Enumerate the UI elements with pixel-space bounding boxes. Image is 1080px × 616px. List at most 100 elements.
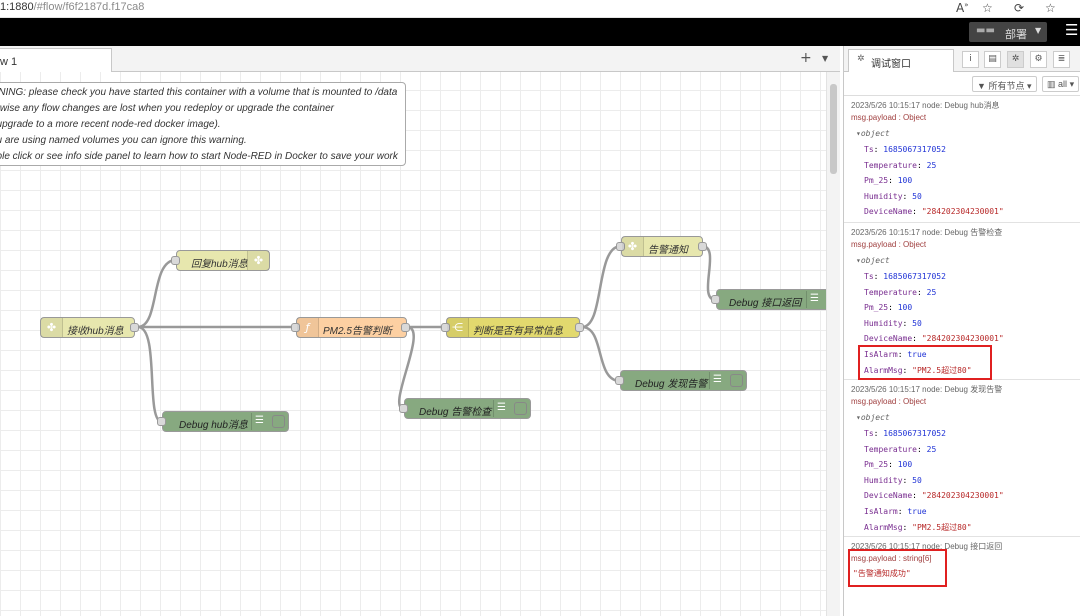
- url-text[interactable]: 1:1880/#flow/f6f2187d.f17ca8: [0, 1, 144, 13]
- prop-value: 1685067317052: [883, 272, 946, 281]
- node-debug-hub[interactable]: Debug hub消息 ☰: [157, 411, 289, 432]
- prop-key: Pm_25: [864, 460, 889, 469]
- debug-message-list[interactable]: 2023/5/26 10:15:17 node: Debug hub消息 msg…: [844, 96, 1080, 616]
- property: Temperature: 25: [864, 445, 937, 454]
- prop-value: 50: [912, 476, 922, 485]
- node-label: PM2.5告警判断: [323, 326, 392, 337]
- wire: [701, 244, 717, 302]
- node-output-port[interactable]: [130, 323, 139, 332]
- clear-messages-button[interactable]: ▥ all ▾: [1042, 76, 1080, 92]
- deploy-dropdown-icon[interactable]: ▼: [1035, 26, 1041, 35]
- object-toggle[interactable]: ▾object: [856, 129, 890, 138]
- chevron-down-icon: ▾: [1069, 79, 1075, 89]
- info-icon[interactable]: i: [962, 51, 979, 68]
- deploy-label: 部署: [1005, 29, 1027, 41]
- prop-value: 25: [926, 161, 937, 170]
- node-output-icon: ✤: [247, 251, 269, 270]
- node-label: Debug 接口返回: [729, 298, 802, 309]
- node-input-port[interactable]: [399, 404, 408, 413]
- debug-message[interactable]: 2023/5/26 10:15:17 node: Debug 接口返回 msg.…: [844, 537, 1080, 616]
- property: Pm_25: 100: [864, 303, 913, 312]
- debug-message[interactable]: 2023/5/26 10:15:17 node: Debug hub消息 msg…: [844, 96, 1080, 223]
- object-toggle[interactable]: ▾object: [856, 413, 890, 422]
- node-reply-hub[interactable]: 回复hub消息 ✤: [171, 250, 270, 271]
- node-receive-hub[interactable]: ✤ 接收hub消息: [40, 317, 139, 338]
- deploy-button[interactable]: ▬▬ 部署 ▼: [969, 22, 1047, 42]
- node-alarm-notice[interactable]: ✤ 告警通知: [616, 236, 707, 257]
- prop-key: Ts: [864, 272, 874, 281]
- tab-flow[interactable]: w 1: [0, 48, 112, 73]
- tab-flow-label: w 1: [0, 56, 18, 68]
- prop-key: DeviceName: [864, 207, 913, 216]
- prop-value: 1685067317052: [883, 145, 946, 154]
- property: Pm_25: 100: [864, 460, 913, 469]
- flow-wires: [137, 244, 717, 424]
- prop-key: Humidity: [864, 192, 903, 201]
- node-input-port[interactable]: [711, 295, 720, 304]
- function-icon: ƒ: [297, 318, 319, 337]
- wire: [137, 325, 163, 424]
- deploy-icon: ▬▬: [976, 25, 995, 36]
- node-debug-found-alarm[interactable]: Debug 发现告警 ☰: [615, 370, 747, 391]
- read-aloud-icon[interactable]: A»: [956, 1, 969, 15]
- nodered-header: ▬▬ 部署 ▼ ☰: [0, 18, 1080, 46]
- flow-canvas[interactable]: RNING: please check you have started thi…: [0, 72, 826, 616]
- node-label: 接收hub消息: [67, 326, 124, 337]
- node-debug-api-return[interactable]: Debug 接口返回 ☰: [711, 289, 826, 310]
- node-input-port[interactable]: [615, 376, 624, 385]
- node-output-port[interactable]: [698, 242, 707, 251]
- chevron-down-icon: ▾: [1026, 81, 1032, 91]
- canvas-vertical-scrollbar[interactable]: [826, 72, 840, 616]
- wire: [581, 325, 621, 383]
- debug-icon: ☰: [806, 291, 822, 308]
- node-input-port[interactable]: [157, 417, 166, 426]
- object-label: object: [860, 413, 890, 422]
- prop-value: 100: [897, 303, 913, 312]
- property: Humidity: 50: [864, 319, 922, 328]
- node-label: Debug hub消息: [179, 420, 248, 431]
- add-tab-icon[interactable]: +: [800, 50, 812, 66]
- node-switch-abnormal[interactable]: ⋲ 判断是否有异常信息: [441, 317, 584, 338]
- prop-value: 50: [912, 319, 922, 328]
- tab-debug[interactable]: ✲ 调试窗口: [848, 49, 954, 72]
- node-input-port[interactable]: [171, 256, 180, 265]
- help-book-icon[interactable]: ▤: [984, 51, 1001, 68]
- main-menu-icon[interactable]: ☰: [1065, 21, 1078, 39]
- scrollbar-thumb[interactable]: [830, 84, 837, 174]
- node-debug-alarm-check[interactable]: Debug 告警检查 ☰: [399, 398, 531, 419]
- message-meta: 2023/5/26 10:15:17 node: Debug 告警检查: [851, 228, 1003, 237]
- prop-key: Humidity: [864, 476, 903, 485]
- prop-value: "284202304230001": [921, 491, 1004, 500]
- object-toggle[interactable]: ▾object: [856, 256, 890, 265]
- prop-key: Temperature: [864, 288, 917, 297]
- message-topic: msg.payload : Object: [851, 397, 927, 406]
- tab-list-chevron-icon[interactable]: ▼: [822, 54, 828, 63]
- node-input-icon: ✤: [41, 318, 63, 337]
- debug-message[interactable]: 2023/5/26 10:15:17 node: Debug 告警检查 msg.…: [844, 223, 1080, 380]
- collections-icon[interactable]: ☆: [1045, 1, 1056, 15]
- debug-toggle-button[interactable]: [730, 374, 743, 387]
- prop-value: "284202304230001": [921, 334, 1004, 343]
- debug-toggle-button[interactable]: [272, 415, 285, 428]
- debug-sidebar: ✲ 调试窗口 i ▤ ✲ ⚙ ≣ ▼ 所有节点 ▾ ▥ all ▾ 2023/5…: [843, 46, 1080, 616]
- trash-icon: ▥: [1047, 79, 1056, 89]
- context-data-icon[interactable]: ≣: [1053, 51, 1070, 68]
- property: Temperature: 25: [864, 161, 937, 170]
- node-label: 告警通知: [648, 245, 688, 256]
- node-output-port[interactable]: [575, 323, 584, 332]
- config-gear-icon[interactable]: ⚙: [1030, 51, 1047, 68]
- debug-tab-icon[interactable]: ✲: [1007, 51, 1024, 68]
- debug-toggle-button[interactable]: [514, 402, 527, 415]
- browser-address-bar[interactable]: 1:1880/#flow/f6f2187d.f17ca8 A» ☆ ⟳ ☆: [0, 0, 1080, 18]
- prop-value: 100: [897, 176, 913, 185]
- debug-message[interactable]: 2023/5/26 10:15:17 node: Debug 发现告警 msg.…: [844, 380, 1080, 537]
- favorite-icon[interactable]: ☆: [982, 1, 993, 15]
- message-topic: msg.payload : Object: [851, 240, 927, 249]
- prop-value: 25: [926, 288, 937, 297]
- node-output-port[interactable]: [401, 323, 410, 332]
- object-label: object: [860, 129, 890, 138]
- filter-nodes-button[interactable]: ▼ 所有节点 ▾: [972, 76, 1037, 92]
- refresh-icon[interactable]: ⟳: [1014, 1, 1024, 15]
- bug-icon: ✲: [857, 54, 865, 64]
- node-pm25-judge[interactable]: ƒ PM2.5告警判断: [291, 317, 410, 338]
